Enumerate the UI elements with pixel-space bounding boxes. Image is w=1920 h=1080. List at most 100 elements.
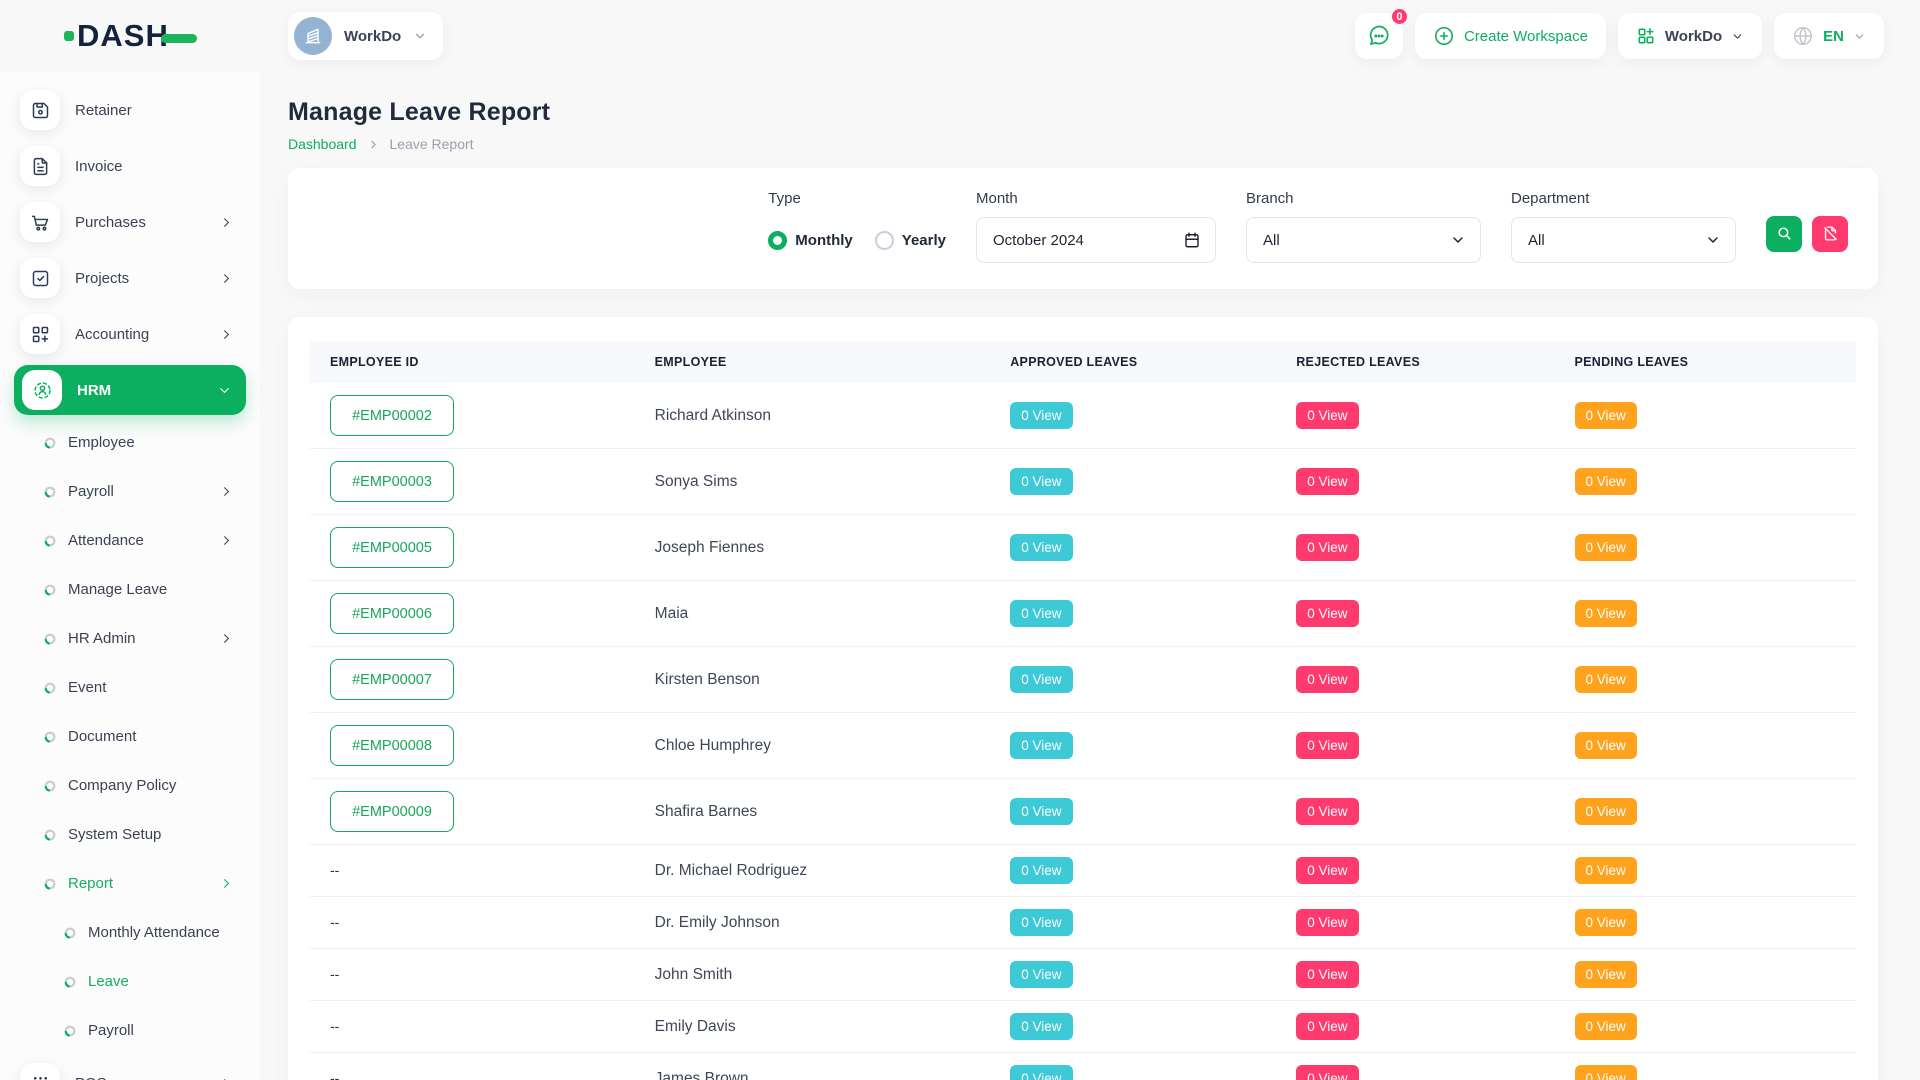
pending-leaves-view-badge[interactable]: 0 View: [1575, 534, 1637, 561]
department-select[interactable]: All: [1511, 217, 1736, 263]
rejected-leaves-view-badge[interactable]: 0 View: [1296, 402, 1358, 429]
approved-leaves-view-badge[interactable]: 0 View: [1010, 600, 1072, 627]
reset-filter-button[interactable]: [1812, 216, 1848, 252]
workspace-menu-button[interactable]: WorkDo: [1618, 13, 1762, 59]
workspace-selector[interactable]: WorkDo: [288, 12, 443, 60]
search-button[interactable]: [1766, 216, 1802, 252]
sidebar-item-payroll[interactable]: Payroll: [0, 1006, 260, 1055]
sidebar-item-system-setup[interactable]: System Setup: [0, 810, 260, 859]
rejected-leaves-view-badge[interactable]: 0 View: [1296, 857, 1358, 884]
language-label: EN: [1823, 28, 1844, 45]
sidebar-item-pos[interactable]: POS: [0, 1055, 260, 1080]
approved-leaves-view-badge[interactable]: 0 View: [1010, 666, 1072, 693]
sidebar-item-label: Purchases: [75, 214, 219, 231]
employee-id-button[interactable]: #EMP00007: [330, 659, 454, 700]
dash-logo[interactable]: DASH: [64, 18, 197, 54]
sidebar-item-hrm[interactable]: HRM: [14, 365, 246, 415]
language-selector[interactable]: EN: [1774, 13, 1884, 59]
employee-name-cell: James Brown: [635, 1053, 991, 1080]
sidebar-item-label: Projects: [75, 270, 219, 287]
approved-leaves-view-badge[interactable]: 0 View: [1010, 857, 1072, 884]
approved-leaves-view-badge[interactable]: 0 View: [1010, 1013, 1072, 1040]
sidebar: RetainerInvoice Purchases Projects Accounti…: [0, 72, 260, 1080]
approved-leaves-view-badge[interactable]: 0 View: [1010, 909, 1072, 936]
approved-leaves-view-badge[interactable]: 0 View: [1010, 534, 1072, 561]
department-value: All: [1528, 232, 1545, 249]
breadcrumb-dashboard-link[interactable]: Dashboard: [288, 136, 357, 152]
logo-accent-dot: [64, 31, 74, 41]
pending-leaves-view-badge[interactable]: 0 View: [1575, 909, 1637, 936]
column-header-rejected-leaves: REJECTED LEAVES: [1276, 341, 1554, 383]
rejected-leaves-view-badge[interactable]: 0 View: [1296, 961, 1358, 988]
sidebar-item-hr-admin[interactable]: HR Admin: [0, 614, 260, 663]
employee-name: John Smith: [655, 966, 733, 983]
pending-leaves-view-badge[interactable]: 0 View: [1575, 961, 1637, 988]
sidebar-item-event[interactable]: Event: [0, 663, 260, 712]
sidebar-item-purchases[interactable]: Purchases: [0, 194, 260, 250]
month-input[interactable]: October 2024: [976, 217, 1216, 263]
employee-id-button[interactable]: #EMP00008: [330, 725, 454, 766]
messages-button[interactable]: 0: [1355, 13, 1403, 59]
rejected-leaves-view-badge[interactable]: 0 View: [1296, 468, 1358, 495]
rejected-leaves-view-badge[interactable]: 0 View: [1296, 666, 1358, 693]
employee-id-button[interactable]: #EMP00009: [330, 791, 454, 832]
pending-leaves-view-badge[interactable]: 0 View: [1575, 666, 1637, 693]
pending-leaves-view-badge[interactable]: 0 View: [1575, 1065, 1637, 1080]
employee-id-button[interactable]: #EMP00005: [330, 527, 454, 568]
leave-report-table-card: EMPLOYEE IDEMPLOYEEAPPROVED LEAVESREJECT…: [288, 317, 1878, 1080]
sidebar-item-document[interactable]: Document: [0, 712, 260, 761]
employee-id-cell: #EMP00008: [310, 713, 635, 779]
rejected-leaves-view-badge[interactable]: 0 View: [1296, 798, 1358, 825]
employee-id-cell: #EMP00009: [310, 779, 635, 845]
sidebar-item-leave[interactable]: Leave: [0, 957, 260, 1006]
sidebar-item-invoice[interactable]: Invoice: [0, 138, 260, 194]
employee-id-button[interactable]: #EMP00003: [330, 461, 454, 502]
sidebar-item-attendance[interactable]: Attendance: [0, 516, 260, 565]
bullet-icon: [44, 682, 56, 694]
employee-id-button[interactable]: #EMP00002: [330, 395, 454, 436]
sidebar-item-company-policy[interactable]: Company Policy: [0, 761, 260, 810]
approved-leaves-cell: 0 View: [990, 383, 1276, 449]
sidebar-item-retainer[interactable]: Retainer: [0, 82, 260, 138]
approved-leaves-view-badge[interactable]: 0 View: [1010, 798, 1072, 825]
rejected-leaves-view-badge[interactable]: 0 View: [1296, 1065, 1358, 1080]
pending-leaves-view-badge[interactable]: 0 View: [1575, 600, 1637, 627]
pending-leaves-view-badge[interactable]: 0 View: [1575, 798, 1637, 825]
pending-leaves-view-badge[interactable]: 0 View: [1575, 1013, 1637, 1040]
sidebar-item-report[interactable]: Report: [0, 859, 260, 908]
rejected-leaves-cell: 0 View: [1276, 845, 1554, 897]
approved-leaves-view-badge[interactable]: 0 View: [1010, 961, 1072, 988]
rejected-leaves-view-badge[interactable]: 0 View: [1296, 1013, 1358, 1040]
sidebar-item-projects[interactable]: Projects: [0, 250, 260, 306]
sidebar-item-employee[interactable]: Employee: [0, 418, 260, 467]
rejected-leaves-cell: 0 View: [1276, 515, 1554, 581]
pending-leaves-view-badge[interactable]: 0 View: [1575, 732, 1637, 759]
rejected-leaves-view-badge[interactable]: 0 View: [1296, 732, 1358, 759]
sidebar-item-manage-leave[interactable]: Manage Leave: [0, 565, 260, 614]
radio-monthly[interactable]: Monthly: [768, 231, 853, 250]
approved-leaves-view-badge[interactable]: 0 View: [1010, 1065, 1072, 1080]
sidebar-item-accounting[interactable]: Accounting: [0, 306, 260, 362]
pending-leaves-view-badge[interactable]: 0 View: [1575, 857, 1637, 884]
pending-leaves-view-badge[interactable]: 0 View: [1575, 402, 1637, 429]
rejected-leaves-view-badge[interactable]: 0 View: [1296, 600, 1358, 627]
branch-select[interactable]: All: [1246, 217, 1481, 263]
radio-yearly[interactable]: Yearly: [875, 231, 946, 250]
pending-leaves-view-badge[interactable]: 0 View: [1575, 468, 1637, 495]
sidebar-item-label: Event: [68, 679, 234, 696]
employee-name-cell: John Smith: [635, 949, 991, 1001]
rejected-leaves-view-badge[interactable]: 0 View: [1296, 909, 1358, 936]
plus-circle-icon: [1433, 25, 1455, 47]
employee-id-cell: #EMP00005: [310, 515, 635, 581]
approved-leaves-view-badge[interactable]: 0 View: [1010, 468, 1072, 495]
column-header-pending-leaves: PENDING LEAVES: [1555, 341, 1857, 383]
create-workspace-button[interactable]: Create Workspace: [1415, 13, 1606, 59]
sidebar-item-monthly-attendance[interactable]: Monthly Attendance: [0, 908, 260, 957]
employee-id-button[interactable]: #EMP00006: [330, 593, 454, 634]
sidebar-item-payroll[interactable]: Payroll: [0, 467, 260, 516]
approved-leaves-view-badge[interactable]: 0 View: [1010, 732, 1072, 759]
approved-leaves-view-badge[interactable]: 0 View: [1010, 402, 1072, 429]
employee-name: Dr. Michael Rodriguez: [655, 862, 807, 879]
breadcrumb-current: Leave Report: [390, 136, 474, 152]
rejected-leaves-view-badge[interactable]: 0 View: [1296, 534, 1358, 561]
